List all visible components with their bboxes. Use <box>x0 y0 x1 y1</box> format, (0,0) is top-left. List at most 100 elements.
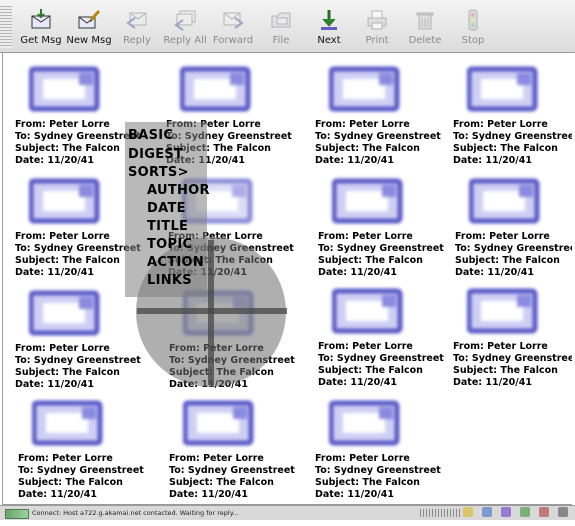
reply-button[interactable]: Reply <box>110 6 164 50</box>
message-subject: Subject: The Falcon <box>18 477 123 488</box>
menu-item-title[interactable]: TITLE <box>147 219 188 234</box>
mail-icon[interactable] <box>501 507 512 517</box>
message-to: To: Sydney Greenstreet <box>169 465 295 476</box>
menu-item-digest[interactable]: DIGEST <box>128 147 183 162</box>
message-tile[interactable]: From: Peter LorreTo: Sydney GreenstreetS… <box>169 399 309 504</box>
menu-item-action[interactable]: ACTION <box>147 255 204 270</box>
composer-icon[interactable] <box>520 507 531 517</box>
next-button[interactable]: Next <box>302 6 356 50</box>
message-date: Date: 11/20/41 <box>315 155 394 166</box>
message-subject: Subject: The Falcon <box>315 477 420 488</box>
progress-hatch <box>420 509 460 517</box>
file-button[interactable]: File <box>254 6 308 50</box>
message-from: From: Peter Lorre <box>318 341 413 352</box>
trash-icon <box>416 12 434 30</box>
menu-item-basic[interactable]: BASIC <box>128 128 173 143</box>
printer-icon <box>367 10 387 30</box>
new-msg-label: New Msg <box>66 35 112 46</box>
envelope-icon <box>329 400 400 446</box>
message-subject: Subject: The Falcon <box>315 143 420 154</box>
envelope-icon <box>183 400 254 446</box>
message-subject: Subject: The Falcon <box>453 143 558 154</box>
envelope-icon <box>29 290 100 336</box>
message-tile[interactable]: From: Peter LorreTo: Sydney GreenstreetS… <box>318 287 458 395</box>
message-metadata: From: Peter LorreTo: Sydney GreenstreetS… <box>453 119 572 167</box>
new-msg-button[interactable]: New Msg <box>62 6 116 50</box>
message-tile[interactable]: From: Peter LorreTo: Sydney GreenstreetS… <box>18 399 158 504</box>
envelope-icon <box>467 66 538 112</box>
message-from: From: Peter Lorre <box>455 231 550 242</box>
forward-label: Forward <box>212 35 254 46</box>
message-from: From: Peter Lorre <box>15 343 110 354</box>
message-from: From: Peter Lorre <box>315 119 410 130</box>
message-tile[interactable]: From: Peter LorreTo: Sydney GreenstreetS… <box>453 65 572 173</box>
forward-button[interactable]: Forward <box>206 6 260 50</box>
message-from: From: Peter Lorre <box>18 453 113 464</box>
reply-icon <box>126 12 147 29</box>
message-date: Date: 11/20/41 <box>169 489 248 500</box>
message-subject: Subject: The Falcon <box>453 365 558 376</box>
envelope-icon <box>32 400 103 446</box>
message-metadata: From: Peter LorreTo: Sydney GreenstreetS… <box>455 231 572 279</box>
crosshair-vertical-bar <box>208 240 214 385</box>
message-tile[interactable]: From: Peter LorreTo: Sydney GreenstreetS… <box>315 399 455 504</box>
message-metadata: From: Peter LorreTo: Sydney GreenstreetS… <box>453 341 572 389</box>
stop-label: Stop <box>461 35 485 46</box>
message-date: Date: 11/20/41 <box>18 489 97 500</box>
envelope-icon <box>332 288 403 334</box>
message-to: To: Sydney Greenstreet <box>18 465 144 476</box>
message-metadata: From: Peter LorreTo: Sydney GreenstreetS… <box>315 453 455 501</box>
delete-button[interactable]: Delete <box>398 6 452 50</box>
message-to: To: Sydney Greenstreet <box>453 131 572 142</box>
message-from: From: Peter Lorre <box>453 119 548 130</box>
stop-button[interactable]: Stop <box>446 6 500 50</box>
message-date: Date: 11/20/41 <box>315 489 394 500</box>
message-metadata: From: Peter LorreTo: Sydney GreenstreetS… <box>315 119 455 167</box>
discussion-icon[interactable] <box>539 507 550 517</box>
message-tile[interactable]: From: Peter LorreTo: Sydney GreenstreetS… <box>318 177 458 285</box>
message-to: To: Sydney Greenstreet <box>315 465 441 476</box>
folder-icon <box>271 12 291 28</box>
message-tile[interactable]: From: Peter LorreTo: Sydney GreenstreetS… <box>453 287 572 395</box>
toolbar: Get Msg New Msg Reply Reply All Forward … <box>0 0 575 53</box>
stop-light-icon <box>468 9 478 31</box>
message-metadata: From: Peter LorreTo: Sydney GreenstreetS… <box>169 453 309 501</box>
message-tile[interactable]: From: Peter LorreTo: Sydney GreenstreetS… <box>455 177 572 285</box>
get-msg-label: Get Msg <box>20 35 62 46</box>
envelope-icon <box>29 178 100 224</box>
message-subject: Subject: The Falcon <box>169 477 274 488</box>
message-date: Date: 11/20/41 <box>318 267 397 278</box>
menu-item-sorts[interactable]: SORTS> <box>128 165 189 180</box>
envelope-icon <box>469 178 540 224</box>
message-to: To: Sydney Greenstreet <box>318 243 444 254</box>
get-msg-button[interactable]: Get Msg <box>14 6 68 50</box>
navigator-icon[interactable] <box>482 507 493 517</box>
envelope-icon <box>332 178 403 224</box>
envelope-icon <box>180 66 251 112</box>
message-metadata: From: Peter LorreTo: Sydney GreenstreetS… <box>318 341 458 389</box>
message-metadata: From: Peter LorreTo: Sydney GreenstreetS… <box>18 453 158 501</box>
message-from: From: Peter Lorre <box>453 341 548 352</box>
security-lock-icon[interactable] <box>463 507 473 517</box>
menu-item-topic[interactable]: TOPIC <box>147 237 192 252</box>
toolbar-grip[interactable] <box>0 6 12 48</box>
menu-item-author[interactable]: AUTHOR <box>147 183 210 198</box>
next-arrow-icon <box>321 10 337 30</box>
message-date: Date: 11/20/41 <box>453 155 532 166</box>
reply-label: Reply <box>123 35 151 46</box>
message-date: Date: 11/20/41 <box>455 267 534 278</box>
envelope-icon <box>329 66 400 112</box>
message-metadata: From: Peter LorreTo: Sydney GreenstreetS… <box>15 343 155 391</box>
reply-all-button[interactable]: Reply All <box>158 6 212 50</box>
message-subject: Subject: The Falcon <box>455 255 560 266</box>
message-tile[interactable]: From: Peter LorreTo: Sydney GreenstreetS… <box>315 65 455 173</box>
print-button[interactable]: Print <box>350 6 404 50</box>
menu-item-links[interactable]: LINKS <box>147 273 192 288</box>
message-tile[interactable]: From: Peter LorreTo: Sydney GreenstreetS… <box>15 289 155 397</box>
message-from: From: Peter Lorre <box>169 453 264 464</box>
menu-item-date[interactable]: DATE <box>147 201 186 216</box>
status-bar: Connect: Host a722.g.akamai.net contacte… <box>0 505 575 520</box>
offline-icon[interactable] <box>558 507 569 517</box>
reply-all-label: Reply All <box>163 35 207 46</box>
envelope-icon <box>467 288 538 334</box>
